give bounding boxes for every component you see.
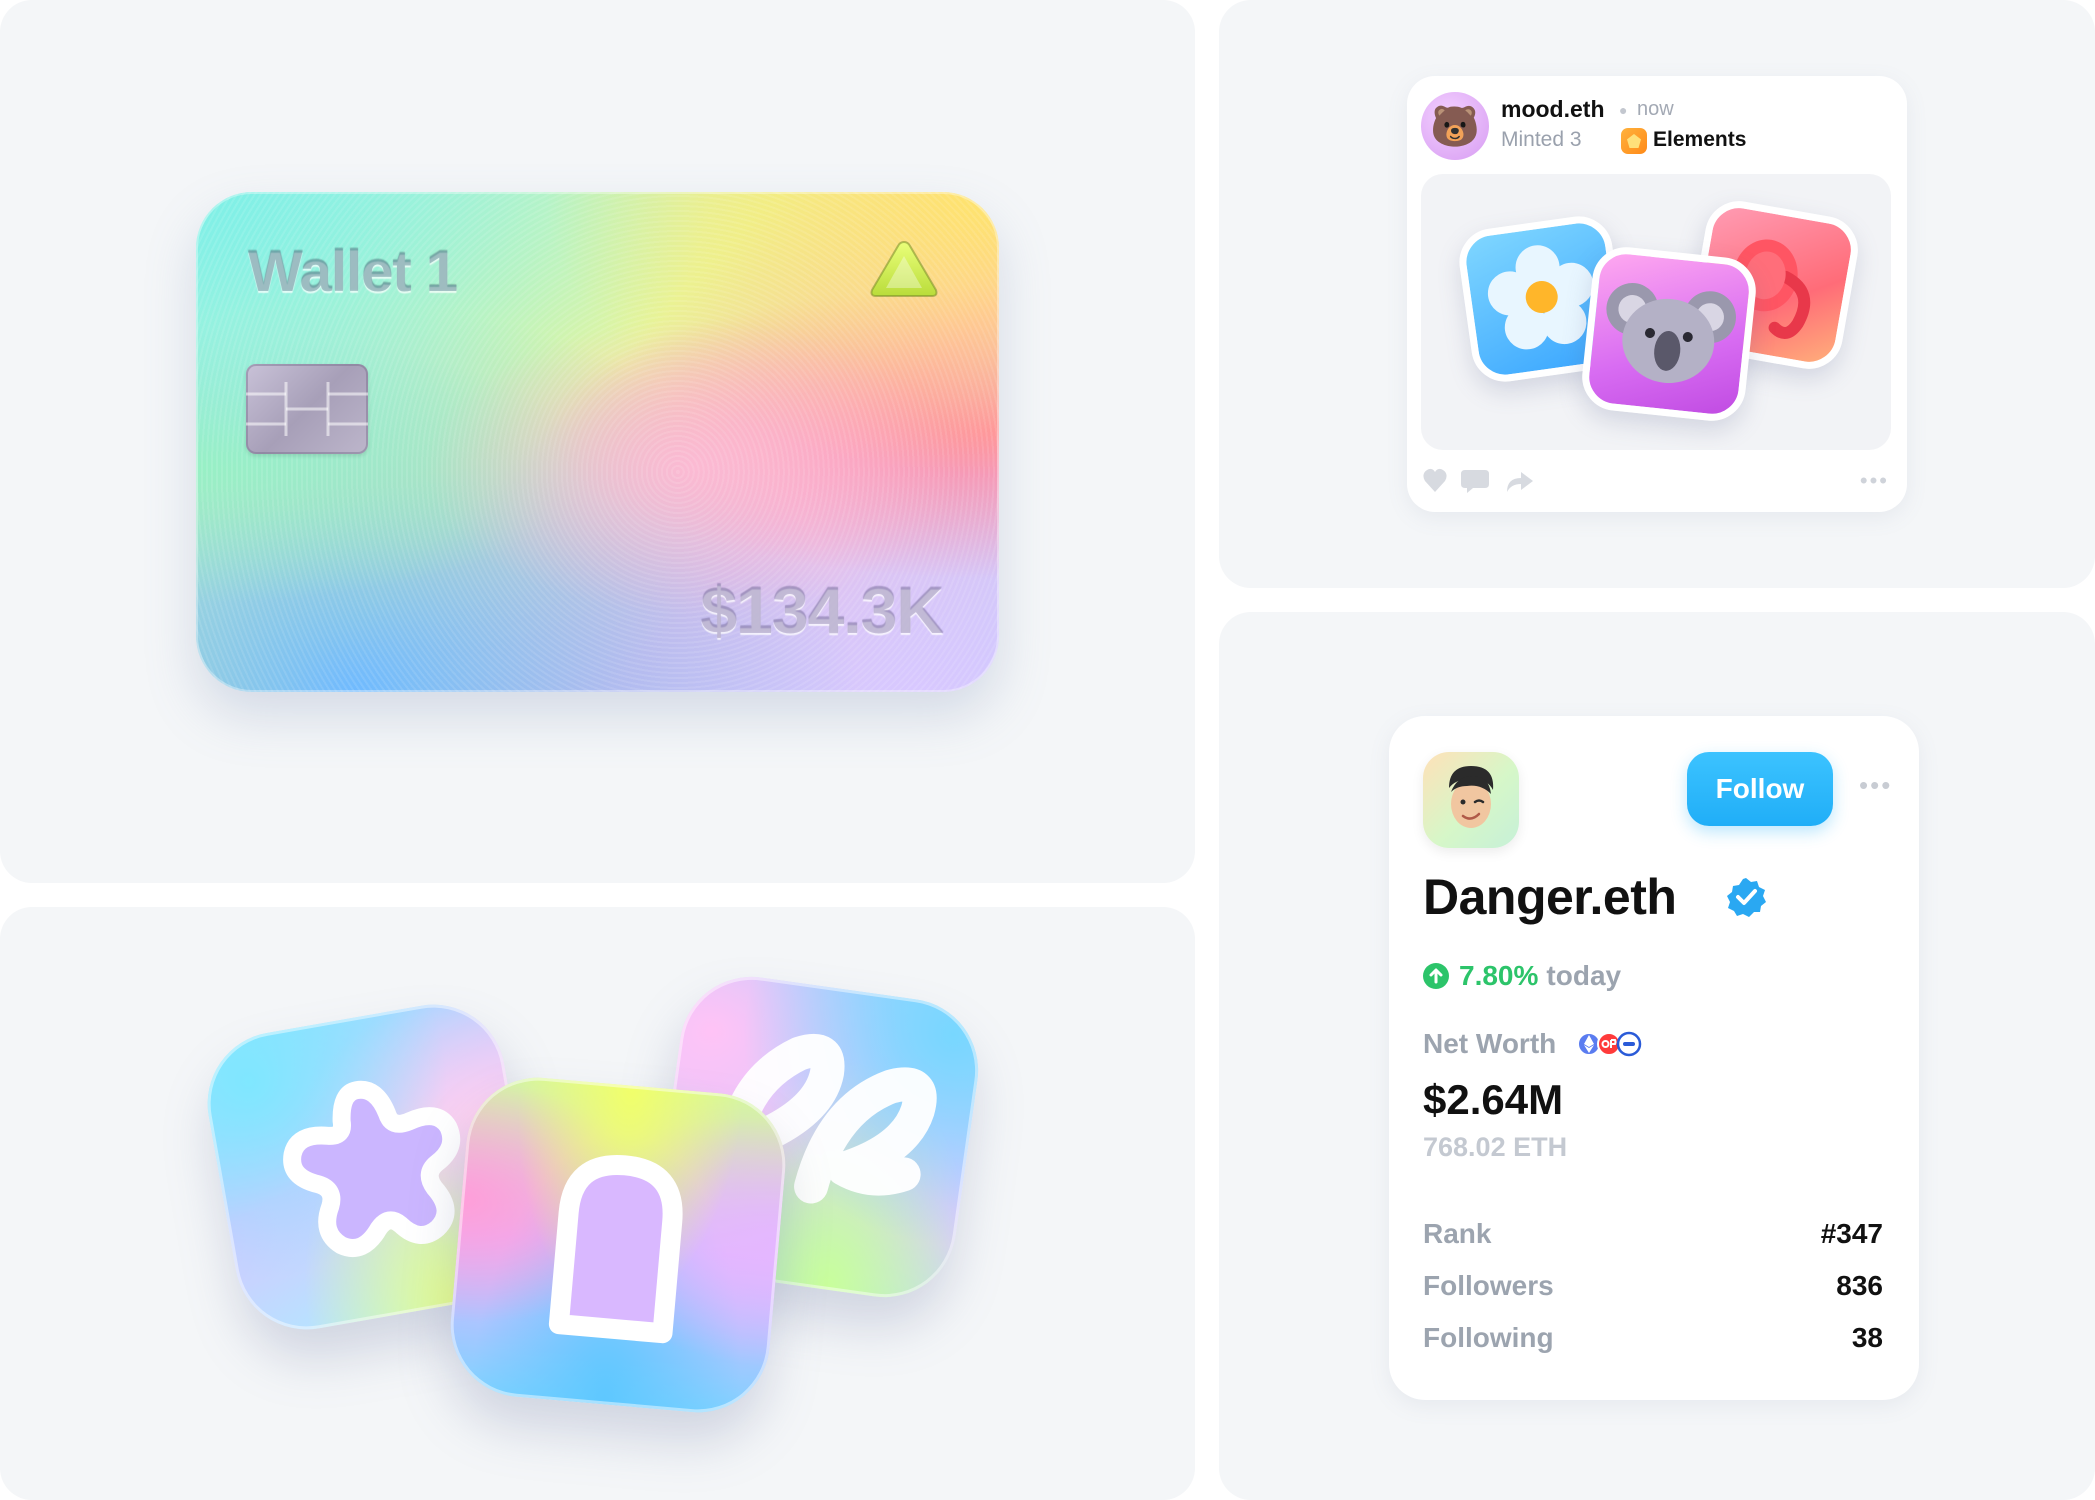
net-worth-label: Net Worth <box>1423 1028 1557 1059</box>
stat-row-following[interactable]: Following 38 <box>1423 1312 1883 1364</box>
separator-dot: ● <box>1619 102 1628 118</box>
net-worth-eth: 768.02 ETH <box>1423 1132 1568 1162</box>
chain-icons <box>1577 1031 1642 1057</box>
stat-row-followers[interactable]: Followers 836 <box>1423 1260 1883 1312</box>
change-indicator: 7.80% today <box>1423 960 1621 992</box>
change-period: today <box>1546 960 1622 991</box>
follow-button[interactable]: Follow <box>1687 752 1833 826</box>
bear-icon[interactable]: 🐻 <box>1421 92 1489 160</box>
stat-label: Rank <box>1423 1218 1492 1249</box>
profile-name: Danger.eth <box>1423 869 1677 925</box>
feed-post-card[interactable]: 🐻 mood.eth ● now Minted 3 Elements ••• <box>1407 76 1907 512</box>
profile-panel: Follow ••• Danger.eth 7.80% today Net Wo… <box>1219 612 2095 1500</box>
nft-preview[interactable] <box>1421 174 1891 450</box>
net-worth-value: $2.64M <box>1423 1076 1564 1123</box>
icon-tiles-panel <box>0 907 1195 1500</box>
profile-stats: Rank #347 Followers 836 Following 38 <box>1423 1208 1883 1364</box>
post-time: now <box>1637 98 1674 120</box>
stat-label: Following <box>1423 1322 1554 1353</box>
comment-icon[interactable] <box>1461 470 1489 493</box>
stat-value: 836 <box>1836 1270 1883 1301</box>
optimism-icon <box>1597 1032 1621 1056</box>
feed-panel: 🐻 mood.eth ● now Minted 3 Elements ••• <box>1219 0 2095 588</box>
wallet-panel: Wallet 1 $134.3K <box>0 0 1195 883</box>
verified-badge-icon <box>1727 878 1766 917</box>
wallet-card[interactable]: Wallet 1 $134.3K <box>196 192 999 692</box>
memoji-avatar-icon[interactable] <box>1423 752 1519 848</box>
heart-icon[interactable] <box>1423 468 1447 492</box>
profile-card: Follow ••• Danger.eth 7.80% today Net Wo… <box>1389 716 1919 1400</box>
elements-collection-icon <box>1621 128 1647 154</box>
more-icon[interactable]: ••• <box>1859 770 1892 801</box>
more-icon[interactable]: ••• <box>1860 468 1889 494</box>
post-collection[interactable]: Elements <box>1653 128 1746 152</box>
arch-door-icon[interactable] <box>444 1071 792 1419</box>
stat-label: Followers <box>1423 1270 1554 1301</box>
stat-value: 38 <box>1851 1322 1883 1353</box>
triangle-logo-icon <box>870 240 938 297</box>
stat-row-rank: Rank #347 <box>1423 1208 1883 1260</box>
share-icon[interactable] <box>1507 472 1533 492</box>
post-username[interactable]: mood.eth <box>1501 96 1605 123</box>
card-chip-icon <box>246 364 368 454</box>
ethereum-icon <box>1577 1032 1601 1056</box>
koala-icon <box>1578 243 1760 425</box>
chain-network-icon <box>1616 1031 1642 1057</box>
post-action: Minted 3 <box>1501 128 1582 151</box>
change-percent: 7.80% <box>1459 960 1539 991</box>
stat-value: #347 <box>1820 1218 1883 1249</box>
wallet-balance: $134.3K <box>700 573 944 647</box>
arrow-up-circle-icon <box>1423 963 1449 989</box>
wallet-name: Wallet 1 <box>248 239 458 304</box>
